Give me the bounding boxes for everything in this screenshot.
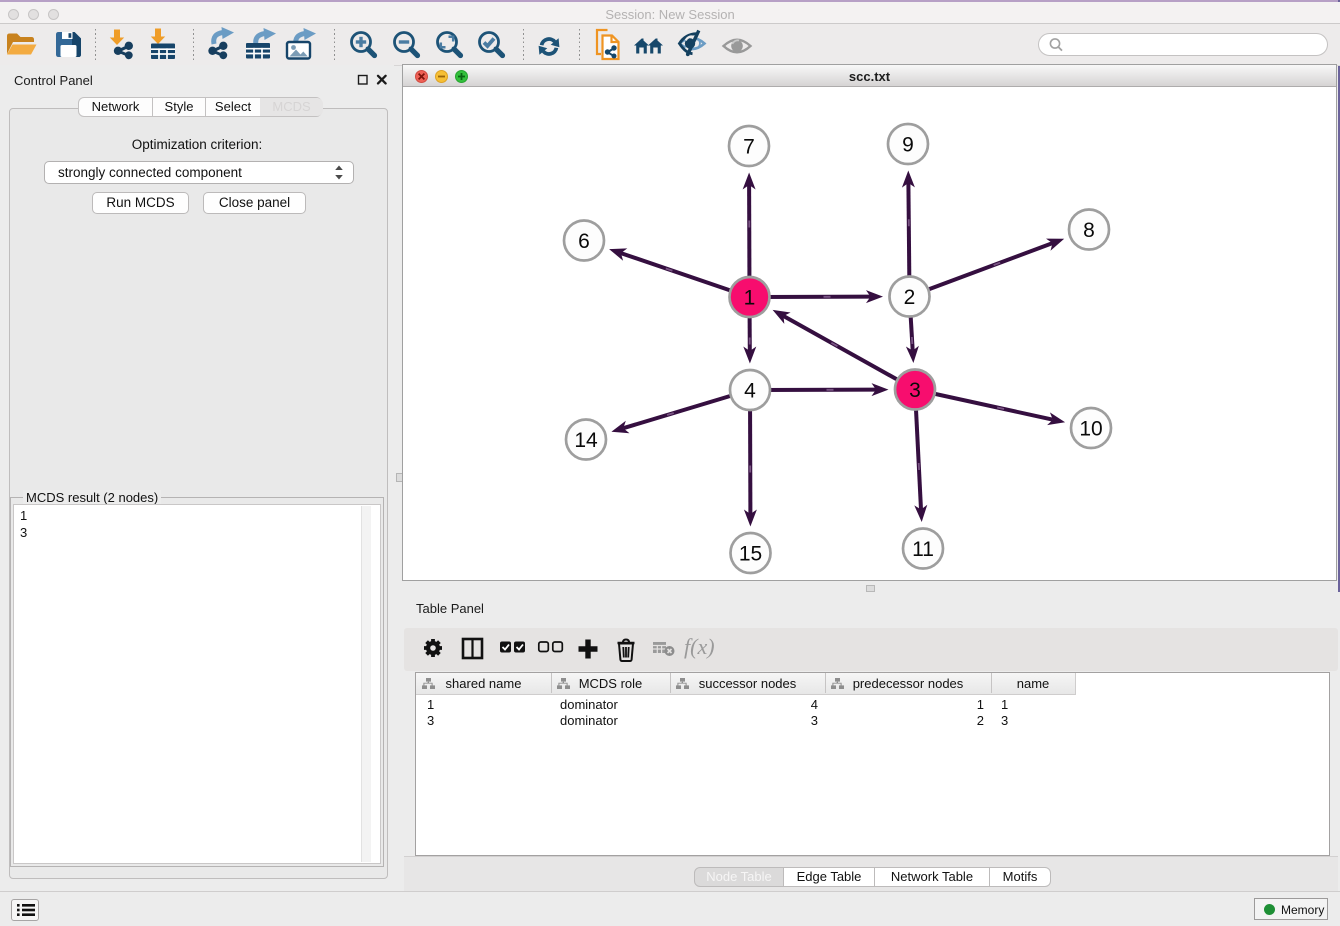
svg-text:7: 7 bbox=[743, 136, 755, 159]
svg-text:15: 15 bbox=[739, 543, 762, 566]
svg-text:4: 4 bbox=[744, 380, 756, 403]
svg-text:10: 10 bbox=[1079, 418, 1102, 441]
svg-text:1: 1 bbox=[744, 287, 756, 310]
svg-text:8: 8 bbox=[1083, 219, 1095, 242]
svg-text:11: 11 bbox=[912, 538, 934, 561]
svg-text:6: 6 bbox=[578, 230, 590, 253]
svg-text:2: 2 bbox=[904, 286, 916, 309]
svg-text:14: 14 bbox=[574, 429, 598, 452]
svg-text:3: 3 bbox=[909, 379, 921, 402]
svg-text:9: 9 bbox=[902, 134, 914, 157]
